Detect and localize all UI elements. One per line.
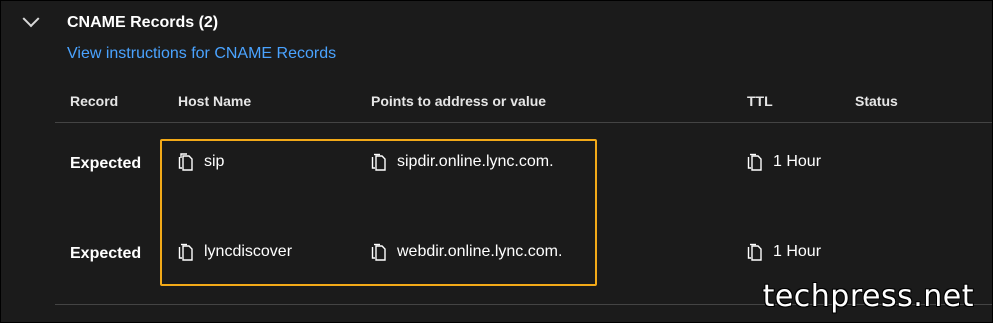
points-to-value: webdir.online.lync.com.: [397, 243, 563, 260]
cname-section-header[interactable]: CNAME Records (2): [22, 10, 219, 35]
points-to-value: sipdir.online.lync.com.: [397, 153, 554, 170]
copy-icon[interactable]: [178, 243, 194, 261]
copy-icon[interactable]: [371, 153, 387, 171]
ttl-value: 1 Hour: [773, 153, 822, 170]
view-instructions-link[interactable]: View instructions for CNAME Records: [67, 45, 336, 63]
ttl-cell: 1 Hour: [747, 243, 821, 261]
copy-icon[interactable]: [371, 243, 387, 261]
ttl-cell: 1 Hour: [747, 153, 821, 171]
chevron-down-icon[interactable]: [22, 10, 40, 28]
record-status-label: Expected: [70, 245, 142, 262]
section-title: CNAME Records (2): [67, 14, 219, 31]
column-header-ttl: TTL: [747, 93, 773, 109]
host-name-cell: sip: [178, 153, 224, 171]
points-to-cell: sipdir.online.lync.com.: [371, 153, 554, 171]
points-to-cell: webdir.online.lync.com.: [371, 243, 562, 261]
host-name-value: sip: [204, 153, 225, 170]
record-status-label: Expected: [70, 155, 142, 172]
dns-records-panel: CNAME Records (2) View instructions for …: [0, 0, 993, 323]
header-divider: [55, 122, 992, 123]
copy-icon[interactable]: [178, 153, 194, 171]
column-header-points-to: Points to address or value: [371, 93, 547, 109]
column-header-host-name: Host Name: [178, 93, 252, 109]
host-name-cell: lyncdiscover: [178, 243, 292, 261]
column-header-record: Record: [70, 93, 119, 109]
host-name-value: lyncdiscover: [204, 243, 293, 260]
copy-icon[interactable]: [747, 243, 763, 261]
watermark: techpress.net: [762, 279, 974, 314]
copy-icon[interactable]: [747, 153, 763, 171]
column-header-status: Status: [855, 93, 898, 109]
ttl-value: 1 Hour: [773, 243, 822, 260]
